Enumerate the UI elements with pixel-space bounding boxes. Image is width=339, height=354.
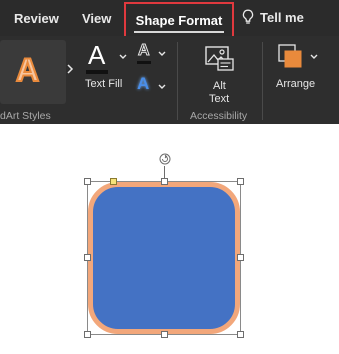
wordart-sample-letter: A [15,51,40,89]
resize-handle-left[interactable] [84,254,91,261]
wordart-style-gallery[interactable]: A [0,40,66,104]
text-effects-dropdown-icon[interactable] [158,84,166,90]
resize-handle-bottom[interactable] [161,331,168,338]
resize-handle-bottom-right[interactable] [237,331,244,338]
text-outline-button[interactable]: A [134,42,156,64]
group-separator [177,42,178,120]
alt-text-icon [205,46,234,71]
lightbulb-icon [242,9,254,24]
resize-handle-top-right[interactable] [237,178,244,185]
group-separator [262,42,263,120]
text-outline-color-bar [137,61,151,64]
alt-text-button[interactable]: Alt Text [196,42,242,105]
accessibility-group-label: Accessibility [190,110,248,122]
tab-shape-format[interactable]: Shape Format [124,2,234,38]
alt-text-label-line2: Text [209,93,230,105]
resize-handle-top-left[interactable] [84,178,91,185]
tab-view[interactable]: View [82,11,111,26]
ribbon-tab-bar: Review View Shape Format Tell me [0,0,339,38]
text-outline-letter: A [138,42,151,60]
tell-me-label: Tell me [260,10,304,25]
tab-shape-format-label: Shape Format [135,13,223,28]
text-fill-letter: A [88,40,106,70]
text-fill-dropdown-icon[interactable] [119,54,127,60]
arrange-icon [278,44,302,68]
text-outline-dropdown-icon[interactable] [158,51,166,57]
tell-me-search[interactable]: Tell me [242,9,304,26]
arrange-dropdown-icon [310,54,318,59]
text-fill-color-bar [86,70,108,74]
slide-canvas [0,124,339,144]
corner-radius-adjust-handle[interactable] [110,178,117,185]
arrange-label: Arrange [276,78,316,90]
resize-handle-right[interactable] [237,254,244,261]
alt-text-label-line1: Alt [213,80,226,92]
selected-shape-container[interactable] [84,152,254,342]
ribbon: Review View Shape Format Tell me A A Tex… [0,0,339,124]
tab-review[interactable]: Review [14,11,59,26]
text-fill-label: Text Fill [85,78,123,90]
arrange-button[interactable]: Arrange [272,42,324,94]
active-tab-underline [134,31,224,33]
wordart-styles-group-label: dArt Styles [0,110,51,122]
text-effects-button[interactable]: A [134,74,156,96]
wordart-gallery-expand-icon[interactable] [66,64,74,74]
text-effects-letter: A [137,74,150,93]
rotate-handle-icon[interactable] [158,152,172,166]
ribbon-body: A A Text Fill A A dArt Styles Alt Text A… [0,36,339,124]
resize-handle-bottom-left[interactable] [84,331,91,338]
resize-handle-top[interactable] [161,178,168,185]
rounded-rectangle-shape[interactable] [88,182,240,334]
